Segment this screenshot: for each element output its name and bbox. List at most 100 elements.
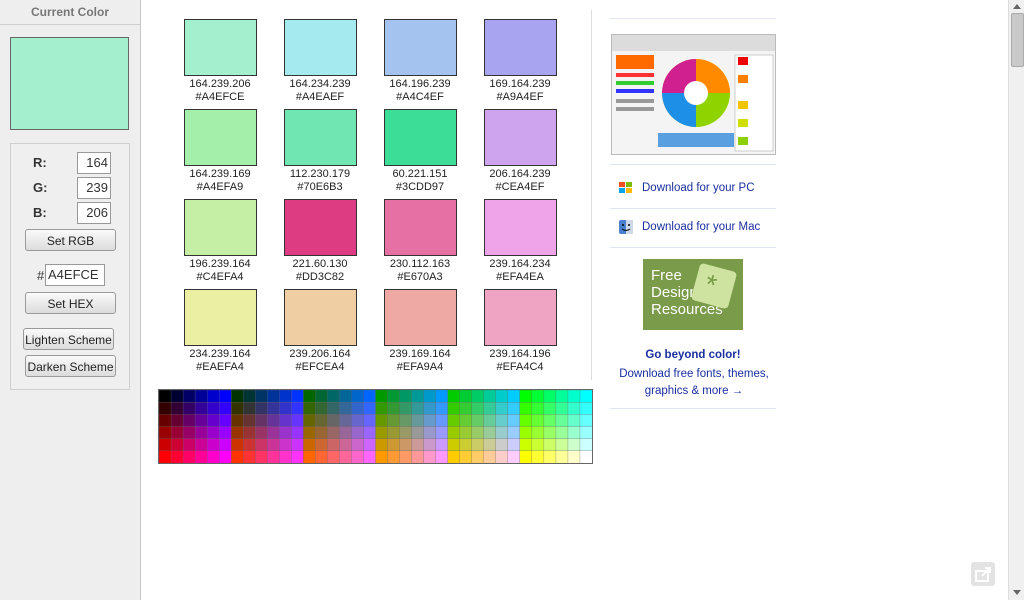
palette-cell[interactable] <box>315 426 328 440</box>
free-design-resources-banner[interactable]: Free Design Resources * <box>643 259 743 330</box>
palette-cell[interactable] <box>243 414 256 427</box>
palette-cell[interactable] <box>231 426 244 440</box>
palette-cell[interactable] <box>447 450 461 463</box>
palette-cell[interactable] <box>411 450 425 463</box>
palette-cell[interactable] <box>351 402 364 415</box>
palette-cell[interactable] <box>243 450 256 463</box>
palette-cell[interactable] <box>519 426 533 440</box>
palette-cell[interactable] <box>519 414 533 427</box>
palette-cell[interactable] <box>543 390 557 403</box>
palette-cell[interactable] <box>435 402 449 415</box>
set-rgb-button[interactable]: Set RGB <box>25 229 116 251</box>
swatch-color-box[interactable] <box>383 19 457 76</box>
palette-cell[interactable] <box>255 390 268 403</box>
palette-cell[interactable] <box>159 450 172 463</box>
palette-cell[interactable] <box>483 426 497 440</box>
palette-cell[interactable] <box>375 426 388 440</box>
palette-cell[interactable] <box>483 390 497 403</box>
palette-cell[interactable] <box>170 450 184 463</box>
palette-cell[interactable] <box>363 402 376 415</box>
swatch-color-box[interactable] <box>283 109 357 166</box>
palette-cell[interactable] <box>435 426 449 440</box>
palette-cell[interactable] <box>267 450 280 463</box>
palette-cell[interactable] <box>519 438 533 452</box>
download-mac-link[interactable]: Download for your Mac <box>610 218 776 238</box>
palette-cell[interactable] <box>435 438 449 452</box>
color-swatch[interactable]: 164.239.169 #A4EFA9 <box>170 109 270 194</box>
palette-cell[interactable] <box>507 402 521 415</box>
palette-cell[interactable] <box>170 402 184 415</box>
palette-cell[interactable] <box>351 438 364 452</box>
palette-cell[interactable] <box>495 390 509 403</box>
palette-cell[interactable] <box>194 414 208 427</box>
palette-cell[interactable] <box>182 402 196 415</box>
palette-cell[interactable] <box>543 402 557 415</box>
promo-heading[interactable]: Go beyond color! <box>610 349 776 361</box>
palette-cell[interactable] <box>327 450 340 463</box>
color-swatch[interactable]: 206.164.239 #CEA4EF <box>470 109 570 194</box>
palette-cell[interactable] <box>315 438 328 452</box>
palette-cell[interactable] <box>435 390 449 403</box>
share-icon[interactable] <box>971 562 995 586</box>
palette-cell[interactable] <box>375 450 388 463</box>
palette-cell[interactable] <box>255 438 268 452</box>
palette-cell[interactable] <box>507 390 521 403</box>
palette-cell[interactable] <box>411 414 425 427</box>
palette-cell[interactable] <box>399 426 413 440</box>
palette-cell[interactable] <box>567 426 581 440</box>
palette-cell[interactable] <box>182 426 196 440</box>
palette-cell[interactable] <box>303 426 316 440</box>
palette-cell[interactable] <box>459 402 473 415</box>
palette-cell[interactable] <box>543 426 557 440</box>
color-swatch[interactable]: 221.60.130 #DD3C82 <box>270 199 370 284</box>
palette-cell[interactable] <box>519 450 533 463</box>
palette-cell[interactable] <box>387 390 401 403</box>
palette-cell[interactable] <box>170 426 184 440</box>
color-swatch[interactable]: 164.239.206 #A4EFCE <box>170 19 270 104</box>
palette-cell[interactable] <box>255 426 268 440</box>
color-swatch[interactable]: 239.164.196 #EFA4C4 <box>470 289 570 374</box>
scroll-down-arrow-icon[interactable] <box>1013 590 1021 595</box>
palette-cell[interactable] <box>267 414 280 427</box>
palette-cell[interactable] <box>363 426 376 440</box>
palette-cell[interactable] <box>243 438 256 452</box>
palette-cell[interactable] <box>423 390 437 403</box>
palette-cell[interactable] <box>555 450 569 463</box>
palette-cell[interactable] <box>375 438 388 452</box>
palette-cell[interactable] <box>471 402 485 415</box>
palette-cell[interactable] <box>231 450 244 463</box>
darken-scheme-button[interactable]: Darken Scheme <box>25 355 116 377</box>
palette-cell[interactable] <box>531 414 545 427</box>
palette-cell[interactable] <box>291 402 304 415</box>
palette-cell[interactable] <box>471 414 485 427</box>
color-swatch[interactable]: 234.239.164 #EAEFA4 <box>170 289 270 374</box>
palette-cell[interactable] <box>363 450 376 463</box>
palette-cell[interactable] <box>339 438 352 452</box>
swatch-color-box[interactable] <box>483 19 557 76</box>
palette-cell[interactable] <box>291 450 304 463</box>
palette-cell[interactable] <box>159 390 172 403</box>
swatch-color-box[interactable] <box>283 289 357 346</box>
color-swatch[interactable]: 239.164.234 #EFA4EA <box>470 199 570 284</box>
palette-cell[interactable] <box>206 402 220 415</box>
palette-cell[interactable] <box>459 450 473 463</box>
color-swatch[interactable]: 60.221.151 #3CDD97 <box>370 109 470 194</box>
palette-cell[interactable] <box>555 438 569 452</box>
palette-cell[interactable] <box>291 438 304 452</box>
palette-cell[interactable] <box>435 450 449 463</box>
palette-cell[interactable] <box>267 438 280 452</box>
palette-cell[interactable] <box>303 438 316 452</box>
app-screenshot-image[interactable] <box>611 34 776 155</box>
palette-cell[interactable] <box>519 402 533 415</box>
palette-cell[interactable] <box>495 414 509 427</box>
palette-cell[interactable] <box>279 414 292 427</box>
palette-cell[interactable] <box>231 438 244 452</box>
palette-cell[interactable] <box>399 402 413 415</box>
palette-cell[interactable] <box>159 426 172 440</box>
swatch-color-box[interactable] <box>183 199 257 256</box>
palette-cell[interactable] <box>387 450 401 463</box>
palette-cell[interactable] <box>218 450 232 463</box>
palette-cell[interactable] <box>579 438 592 452</box>
palette-cell[interactable] <box>435 414 449 427</box>
palette-cell[interactable] <box>206 438 220 452</box>
